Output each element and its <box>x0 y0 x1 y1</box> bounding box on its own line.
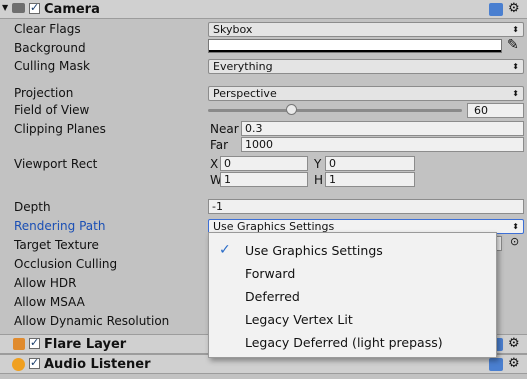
culling-mask-dropdown[interactable]: Everything ⬍ <box>208 59 524 74</box>
audio-listener-checkbox[interactable] <box>29 356 40 369</box>
fov-slider-thumb[interactable] <box>286 104 297 115</box>
depth-field[interactable]: -1 <box>208 199 524 214</box>
settings-gear-icon[interactable]: ⚙ <box>508 1 520 16</box>
flare-layer-title: Flare Layer <box>44 337 127 352</box>
clear-flags-label: Clear Flags <box>14 22 81 36</box>
viewport-y-field[interactable]: 0 <box>325 156 415 171</box>
menu-item-legacy-vertex-lit[interactable]: Legacy Vertex Lit <box>245 312 353 327</box>
camera-icon <box>12 3 25 13</box>
background-label: Background <box>14 41 86 55</box>
projection-value: Perspective <box>213 87 277 100</box>
fov-label: Field of View <box>14 103 90 117</box>
camera-enabled-checkbox[interactable] <box>29 1 40 14</box>
target-texture-label: Target Texture <box>14 238 99 252</box>
viewport-h-field[interactable]: 1 <box>325 172 415 187</box>
far-label: Far <box>210 138 229 152</box>
dropdown-arrow-icon: ⬍ <box>512 62 519 71</box>
far-field[interactable]: 1000 <box>241 137 524 152</box>
allow-msaa-label: Allow MSAA <box>14 295 85 309</box>
allow-dynres-label: Allow Dynamic Resolution <box>14 314 170 328</box>
h-label: H <box>314 173 324 187</box>
help-book-icon[interactable] <box>489 3 503 16</box>
settings-gear-icon[interactable]: ⚙ <box>508 356 520 371</box>
projection-label: Projection <box>14 86 74 100</box>
allow-hdr-label: Allow HDR <box>14 276 77 290</box>
viewport-x-field[interactable]: 0 <box>220 156 308 171</box>
fov-value-field[interactable]: 60 <box>467 103 524 118</box>
clear-flags-dropdown[interactable]: Skybox ⬍ <box>208 22 524 37</box>
audio-listener-title: Audio Listener <box>44 357 151 372</box>
x-label: X <box>210 157 219 171</box>
menu-item-deferred[interactable]: Deferred <box>245 289 300 304</box>
occlusion-culling-label: Occlusion Culling <box>14 257 118 271</box>
y-label: Y <box>314 157 322 171</box>
color-alpha-bar <box>209 50 501 52</box>
menu-item-legacy-deferred[interactable]: Legacy Deferred (light prepass) <box>245 335 443 350</box>
settings-gear-icon[interactable]: ⚙ <box>508 336 520 351</box>
rendering-path-label: Rendering Path <box>14 219 106 233</box>
culling-mask-value: Everything <box>213 60 273 73</box>
viewport-w-field[interactable]: 1 <box>220 172 308 187</box>
culling-mask-label: Culling Mask <box>14 59 90 73</box>
eyedropper-icon[interactable]: ✎ <box>507 37 519 53</box>
dropdown-arrow-icon: ⬍ <box>512 222 519 231</box>
clipping-planes-label: Clipping Planes <box>14 122 106 136</box>
object-picker-icon[interactable]: ⊙ <box>510 235 519 248</box>
depth-label: Depth <box>14 200 51 214</box>
dropdown-arrow-icon: ⬍ <box>512 25 519 34</box>
dropdown-arrow-icon: ⬍ <box>512 89 519 98</box>
fov-slider-track[interactable] <box>208 109 462 112</box>
camera-header[interactable]: ▼ Camera ⚙ <box>0 0 527 19</box>
audio-listener-icon <box>12 358 25 371</box>
menu-item-forward[interactable]: Forward <box>245 266 295 281</box>
menu-item-use-graphics-settings[interactable]: Use Graphics Settings <box>245 243 383 258</box>
viewport-rect-label: Viewport Rect <box>14 157 98 171</box>
near-field[interactable]: 0.3 <box>241 121 524 136</box>
flare-layer-checkbox[interactable] <box>29 336 40 349</box>
foldout-arrow-icon[interactable]: ▼ <box>2 3 8 12</box>
clear-flags-value: Skybox <box>213 23 253 36</box>
near-label: Near <box>210 122 239 136</box>
camera-title: Camera <box>44 2 100 17</box>
help-book-icon[interactable] <box>489 358 503 371</box>
rendering-path-menu: ✓ Use Graphics Settings Forward Deferred… <box>208 232 497 358</box>
menu-check-icon: ✓ <box>219 242 231 258</box>
flare-layer-icon <box>13 338 25 350</box>
projection-dropdown[interactable]: Perspective ⬍ <box>208 86 524 101</box>
background-color-swatch[interactable] <box>208 39 502 53</box>
